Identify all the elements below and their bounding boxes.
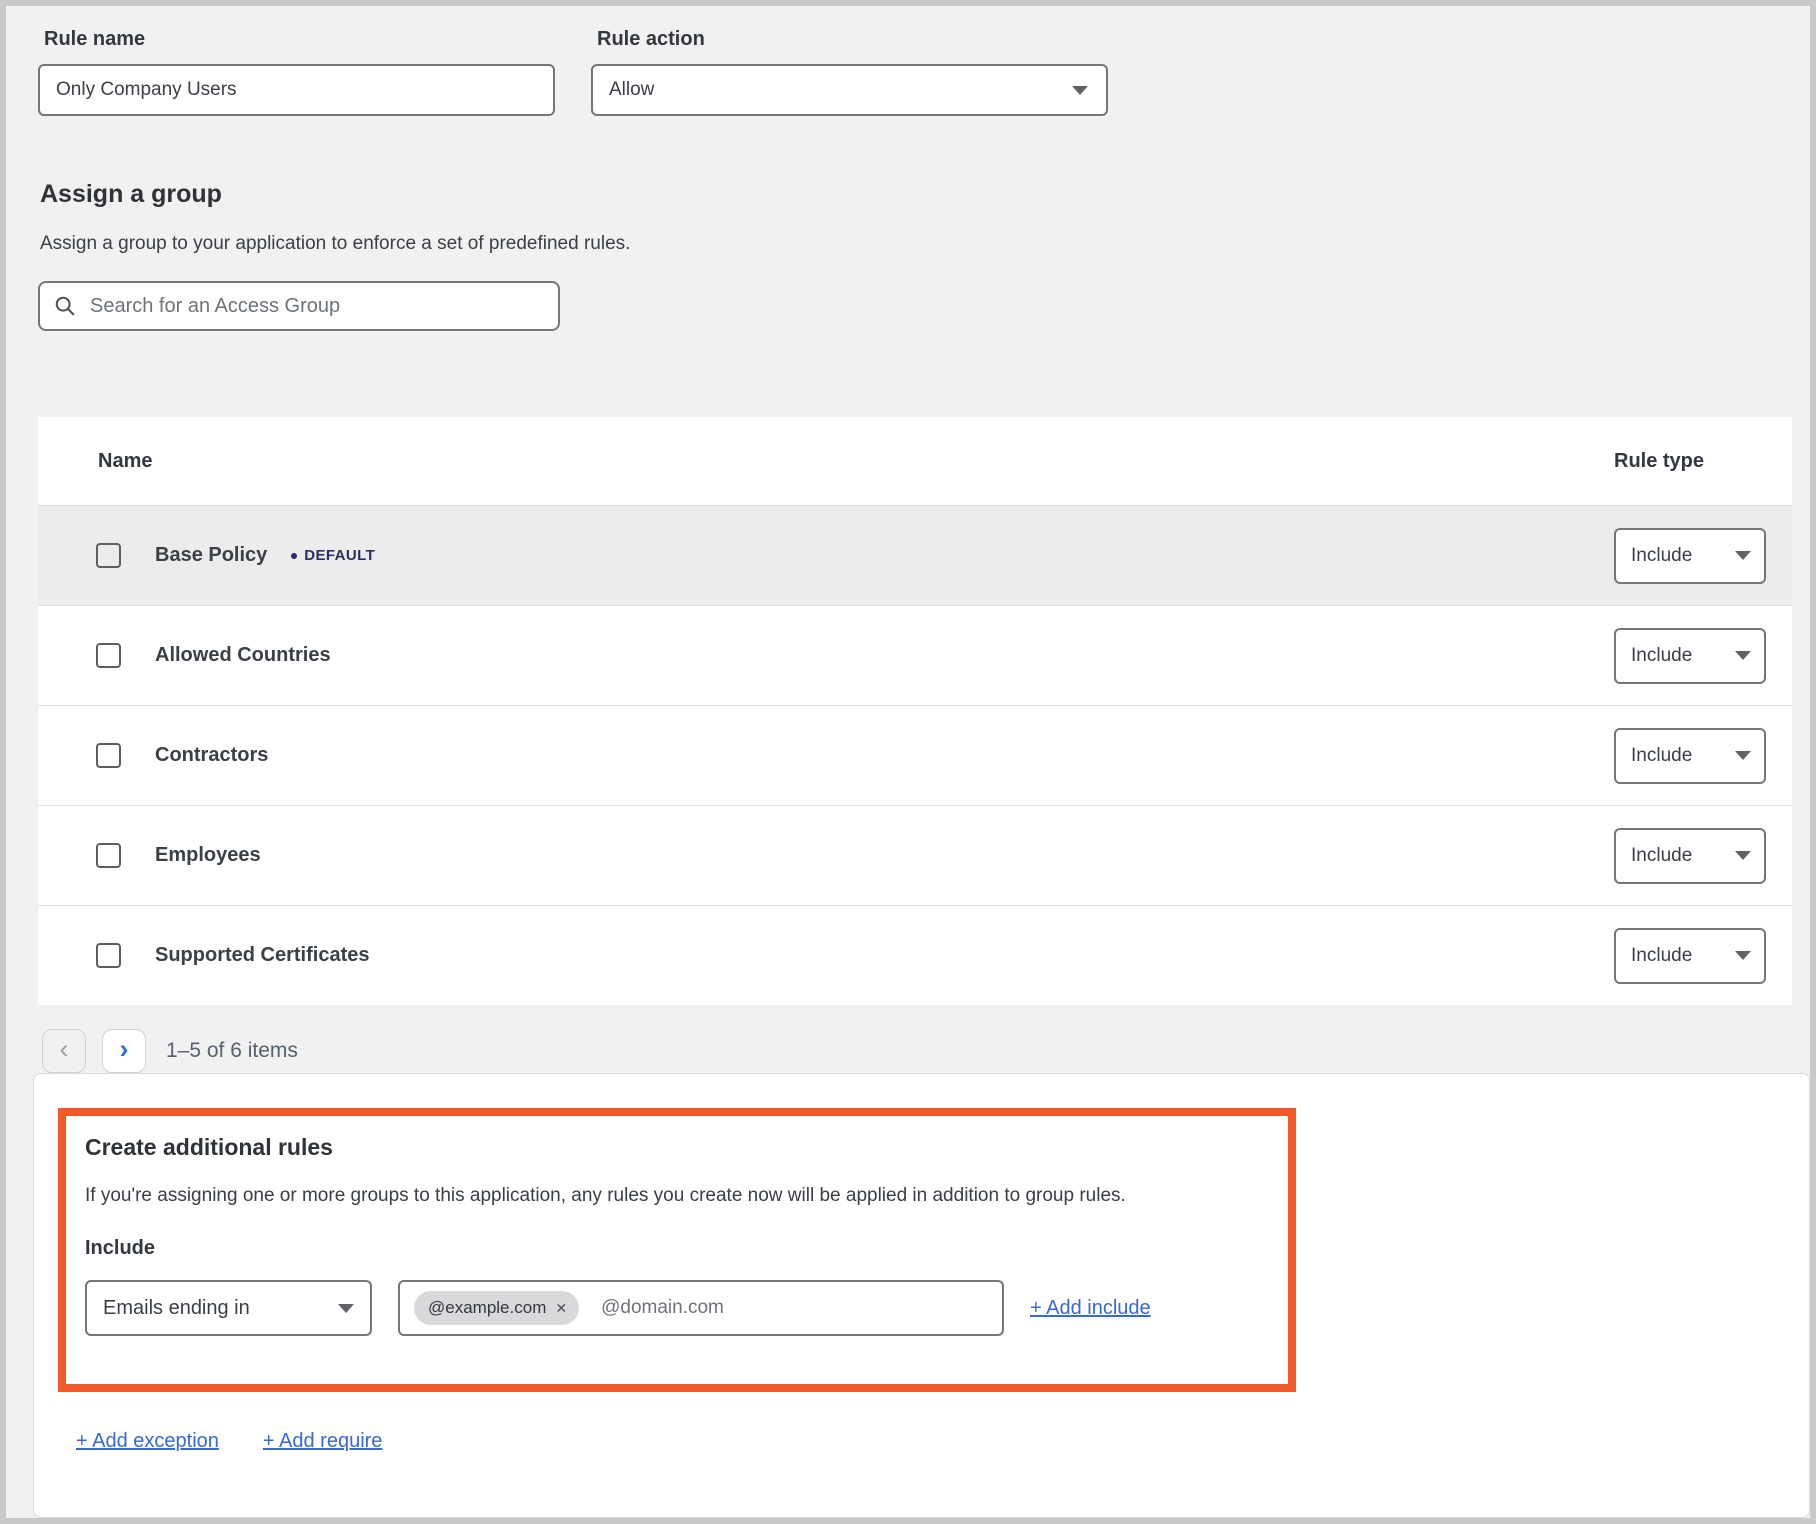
default-badge: DEFAULT (291, 547, 375, 564)
rule-type-select[interactable]: Include (1614, 828, 1766, 884)
row-checkbox[interactable] (96, 743, 121, 768)
include-label: Include (85, 1237, 1288, 1260)
add-exception-link[interactable]: + Add exception (76, 1430, 219, 1453)
footer-links: + Add exception + Add require (76, 1430, 1809, 1453)
pagination-status: 1–5 of 6 items (166, 1039, 298, 1063)
include-rule-controls: Emails ending in @example.com ✕ + Add in… (85, 1280, 1288, 1336)
rule-action-field: Rule action Allow (591, 20, 1108, 116)
rule-type-select[interactable]: Include (1614, 628, 1766, 684)
rule-type-value: Include (1631, 845, 1692, 867)
table-row: Contractors Include (38, 705, 1792, 805)
assign-group-title: Assign a group (40, 180, 1780, 209)
assign-group-description: Assign a group to your application to en… (40, 233, 1780, 255)
chevron-left-icon: ‹ (60, 1036, 69, 1063)
chevron-down-icon (338, 1304, 354, 1313)
email-domains-input[interactable]: @example.com ✕ (398, 1280, 1004, 1336)
row-checkbox[interactable] (96, 943, 121, 968)
column-header-rule-type: Rule type (1614, 450, 1792, 473)
chevron-down-icon (1735, 651, 1751, 660)
chevron-down-icon (1735, 551, 1751, 560)
rule-action-label: Rule action (597, 28, 1108, 51)
bullet-icon (291, 553, 297, 559)
group-name: Employees (155, 844, 261, 867)
condition-value: Emails ending in (103, 1297, 250, 1320)
group-name: Allowed Countries (155, 644, 331, 667)
rule-action-value: Allow (609, 79, 654, 101)
page-content: Rule name Rule action Allow Assign a gro… (6, 6, 1810, 1073)
rule-type-value: Include (1631, 745, 1692, 767)
rule-type-select[interactable]: Include (1614, 728, 1766, 784)
remove-chip-icon[interactable]: ✕ (555, 1300, 567, 1317)
rule-type-value: Include (1631, 645, 1692, 667)
email-chip: @example.com ✕ (414, 1291, 579, 1325)
previous-page-button[interactable]: ‹ (42, 1029, 86, 1073)
add-require-link[interactable]: + Add require (263, 1430, 383, 1453)
rule-form: Rule name Rule action Allow (38, 20, 1780, 116)
access-groups-table: Name Rule type Base Policy DEFAULT Inclu… (38, 417, 1792, 1005)
table-row: Supported Certificates Include (38, 905, 1792, 1005)
search-input[interactable] (88, 294, 544, 319)
group-name: Contractors (155, 744, 268, 767)
table-row: Allowed Countries Include (38, 605, 1792, 705)
next-page-button[interactable]: › (102, 1029, 146, 1073)
rule-configuration-page: { "form": { "rule_name": { "label": "Rul… (0, 0, 1816, 1524)
group-name: Supported Certificates (155, 944, 369, 967)
row-checkbox[interactable] (96, 843, 121, 868)
chevron-down-icon (1072, 86, 1088, 95)
column-header-name: Name (98, 450, 152, 473)
table-header: Name Rule type (38, 417, 1792, 505)
rule-action-select[interactable]: Allow (591, 64, 1108, 116)
row-checkbox[interactable] (96, 643, 121, 668)
chevron-down-icon (1735, 851, 1751, 860)
group-name: Base Policy (155, 544, 267, 567)
rule-type-select[interactable]: Include (1614, 928, 1766, 984)
rule-type-value: Include (1631, 945, 1692, 967)
chevron-down-icon (1735, 751, 1751, 760)
table-row: Employees Include (38, 805, 1792, 905)
search-icon (54, 295, 76, 317)
rule-name-label: Rule name (44, 28, 555, 51)
additional-rules-panel: Create additional rules If you're assign… (33, 1073, 1810, 1518)
additional-rules-description: If you're assigning one or more groups t… (85, 1185, 1288, 1207)
pagination: ‹ › 1–5 of 6 items (42, 1029, 1780, 1073)
rule-type-value: Include (1631, 545, 1692, 567)
chevron-down-icon (1735, 951, 1751, 960)
email-chip-label: @example.com (428, 1298, 546, 1318)
access-group-search[interactable] (38, 281, 560, 331)
chevron-right-icon: › (120, 1036, 129, 1063)
add-include-link[interactable]: + Add include (1030, 1297, 1151, 1320)
rule-name-input[interactable] (38, 64, 555, 116)
annotation-highlight-box: Create additional rules If you're assign… (58, 1108, 1296, 1392)
rule-name-field: Rule name (38, 20, 555, 116)
additional-rules-title: Create additional rules (85, 1134, 1288, 1161)
domain-input[interactable] (599, 1296, 988, 1320)
row-checkbox[interactable] (96, 543, 121, 568)
default-badge-label: DEFAULT (304, 547, 375, 564)
rule-type-select[interactable]: Include (1614, 528, 1766, 584)
condition-select[interactable]: Emails ending in (85, 1280, 372, 1336)
table-row: Base Policy DEFAULT Include (38, 505, 1792, 605)
